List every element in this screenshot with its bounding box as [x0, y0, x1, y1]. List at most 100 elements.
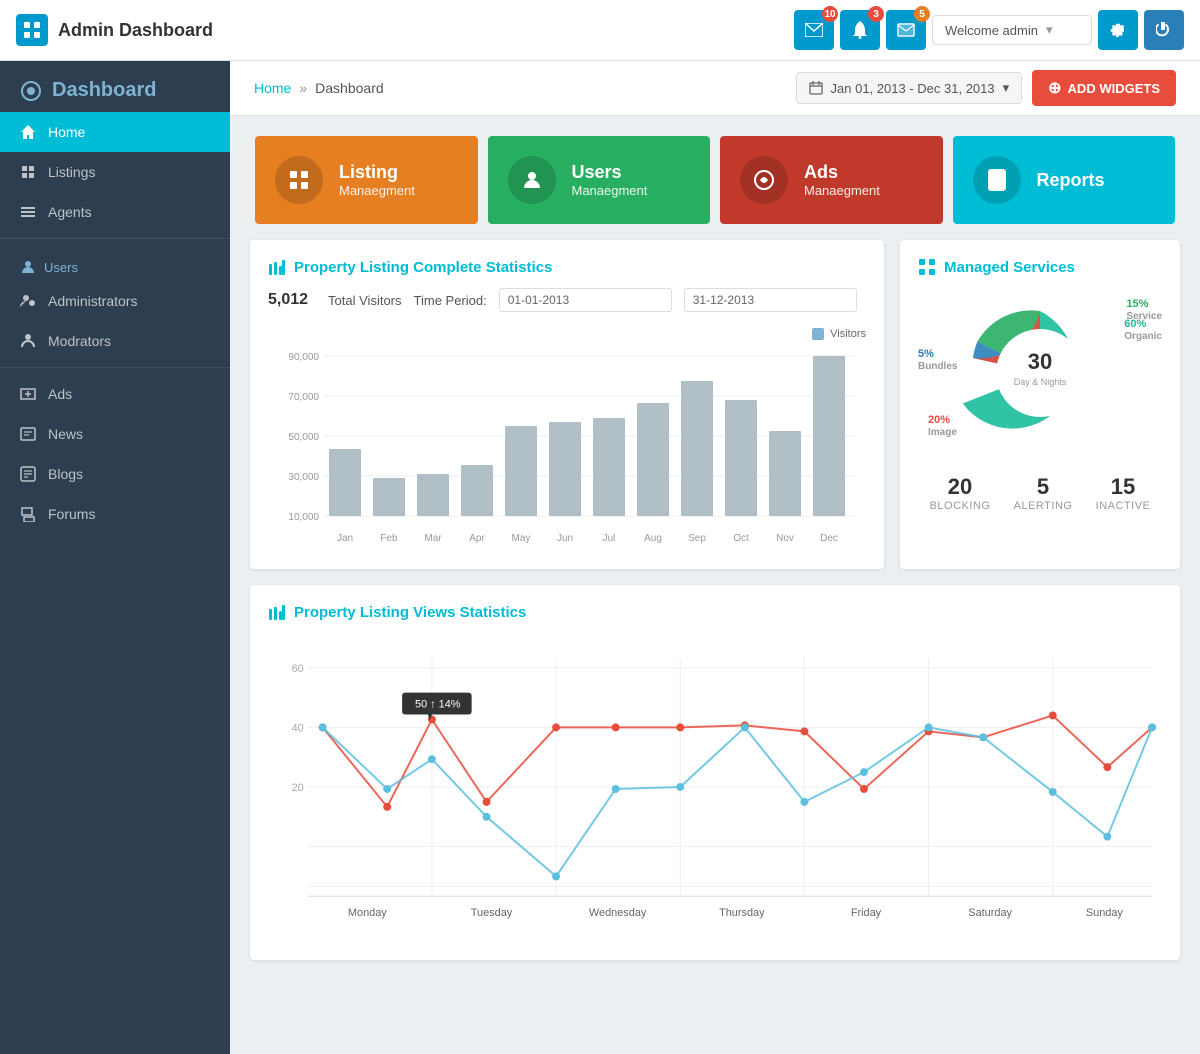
svg-text:Feb: Feb	[380, 533, 398, 544]
line-chart-svg: 60 40 20	[268, 637, 1162, 937]
widget-ads-title: Ads	[804, 162, 880, 183]
envelope-button[interactable]: 5	[886, 10, 926, 50]
sidebar-dashboard-header: Dashboard	[0, 61, 230, 112]
alerting-label: ALERTING	[1014, 500, 1073, 512]
sidebar-divider-1	[0, 238, 230, 239]
breadcrumb-separator: »	[299, 80, 307, 96]
app-title: Admin Dashboard	[58, 20, 213, 41]
sidebar-section-label: Dashboard	[52, 79, 156, 102]
bell-button[interactable]: 3	[840, 10, 880, 50]
widget-card-listing[interactable]: Listing Manaegment	[255, 136, 478, 224]
chart-legend: Visitors	[268, 328, 866, 340]
widget-ads-sub: Manaegment	[804, 183, 880, 198]
sidebar-item-ads[interactable]: Ads	[0, 374, 230, 414]
sidebar-item-listings[interactable]: Listings	[0, 152, 230, 192]
sidebar-item-home[interactable]: Home	[0, 112, 230, 152]
widget-card-users[interactable]: Users Manaegment	[488, 136, 711, 224]
legend-dot	[812, 328, 824, 340]
reports-icon	[973, 156, 1021, 204]
donut-chart-svg: 30 Day & Nights	[960, 293, 1120, 453]
bar-chart-svg: 90,000 70,000 50,000 30,000 10,000	[268, 346, 866, 546]
widget-listing-text: Listing Manaegment	[339, 162, 415, 198]
svg-text:50,000: 50,000	[288, 432, 319, 443]
svg-text:Jun: Jun	[557, 533, 573, 544]
alerting-value: 5	[1014, 474, 1073, 500]
svg-text:May: May	[512, 533, 531, 544]
date-picker-label: Jan 01, 2013 - Dec 31, 2013	[831, 81, 995, 96]
sidebar-item-blogs[interactable]: Blogs	[0, 454, 230, 494]
svg-text:Tuesday: Tuesday	[471, 907, 513, 919]
views-stats-section: Property Listing Views Statistics 60 40 …	[250, 585, 1180, 960]
sidebar-divider-2	[0, 367, 230, 368]
date-to-input[interactable]	[684, 288, 857, 312]
svg-text:Sep: Sep	[688, 533, 706, 544]
svg-text:Monday: Monday	[348, 907, 387, 919]
svg-text:30,000: 30,000	[288, 472, 319, 483]
breadcrumb: Home » Dashboard	[254, 80, 384, 96]
sidebar-item-moderators[interactable]: Modrators	[0, 321, 230, 361]
widget-card-ads[interactable]: Ads Manaegment	[720, 136, 943, 224]
blocking-value: 20	[930, 474, 991, 500]
svg-text:70,000: 70,000	[288, 392, 319, 403]
chevron-down-icon: ▾	[1003, 80, 1010, 96]
complete-stats-panel: Property Listing Complete Statistics 5,0…	[250, 240, 884, 569]
settings-button[interactable]	[1098, 10, 1138, 50]
stats-row: Property Listing Complete Statistics 5,0…	[230, 224, 1200, 585]
inactive-label: INACTIVE	[1096, 500, 1151, 512]
sidebar-listings-label: Listings	[48, 164, 95, 180]
topbar: Admin Dashboard 10 3 5 Welcome admin ▾	[0, 0, 1200, 61]
svg-text:90,000: 90,000	[288, 352, 319, 363]
sidebar-users-label: Users	[44, 260, 78, 275]
date-from-input[interactable]	[499, 288, 672, 312]
mail-badge: 10	[822, 6, 838, 22]
add-widget-button[interactable]: ⊕ ADD WIDGETS	[1032, 70, 1176, 106]
svg-text:10,000: 10,000	[288, 512, 319, 523]
managed-services-panel: Managed Services	[900, 240, 1180, 569]
svg-text:Saturday: Saturday	[968, 907, 1012, 919]
svg-text:Wednesday: Wednesday	[589, 907, 647, 919]
breadcrumb-current: Dashboard	[315, 80, 384, 96]
widget-reports-text: Reports	[1037, 170, 1105, 191]
content-header: Home » Dashboard Jan 01, 2013 - Dec 31, …	[230, 61, 1200, 116]
svg-text:Thursday: Thursday	[719, 907, 765, 919]
sidebar-news-label: News	[48, 426, 83, 442]
time-period-label: Time Period:	[414, 293, 487, 308]
app-logo: Admin Dashboard	[16, 14, 246, 46]
svg-text:Aug: Aug	[644, 533, 662, 544]
alerting-stat: 5 ALERTING	[1014, 474, 1073, 512]
listing-icon	[275, 156, 323, 204]
users-icon	[508, 156, 556, 204]
power-button[interactable]	[1144, 10, 1184, 50]
svg-text:30: 30	[1028, 349, 1052, 374]
svg-text:60: 60	[292, 663, 304, 675]
header-actions: Jan 01, 2013 - Dec 31, 2013 ▾ ⊕ ADD WIDG…	[796, 70, 1176, 106]
total-visitors-label: Total Visitors	[328, 293, 401, 308]
svg-text:Friday: Friday	[851, 907, 882, 919]
widget-cards-row: Listing Manaegment Users Manaegment Ad	[230, 116, 1200, 224]
blocking-label: BLOCKING	[930, 500, 991, 512]
widget-users-text: Users Manaegment	[572, 162, 648, 198]
inactive-stat: 15 INACTIVE	[1096, 474, 1151, 512]
breadcrumb-home[interactable]: Home	[254, 80, 291, 96]
date-picker[interactable]: Jan 01, 2013 - Dec 31, 2013 ▾	[796, 72, 1023, 104]
sidebar-item-administrators[interactable]: Administrators	[0, 281, 230, 321]
svg-text:Day & Nights: Day & Nights	[1014, 377, 1067, 387]
segment-label-20: 20%Image	[928, 414, 957, 438]
widget-ads-text: Ads Manaegment	[804, 162, 880, 198]
sidebar-users-header: Users	[0, 245, 230, 281]
svg-text:Dec: Dec	[820, 533, 838, 544]
views-stats-title: Property Listing Views Statistics	[268, 603, 1162, 621]
sidebar-item-news[interactable]: News	[0, 414, 230, 454]
user-dropdown[interactable]: Welcome admin ▾	[932, 15, 1092, 45]
topbar-icons: 10 3 5 Welcome admin ▾	[794, 10, 1184, 50]
sidebar-item-agents[interactable]: Agents	[0, 192, 230, 232]
mail-button[interactable]: 10	[794, 10, 834, 50]
widget-card-reports[interactable]: Reports	[953, 136, 1176, 224]
total-visitors-value: 5,012	[268, 291, 308, 309]
chevron-down-icon: ▾	[1046, 22, 1053, 38]
segment-label-5: 5%Bundles	[918, 348, 957, 372]
sidebar-blogs-label: Blogs	[48, 466, 83, 482]
svg-text:Mar: Mar	[424, 533, 442, 544]
main-layout: Dashboard Home Listings Agents Users Adm…	[0, 61, 1200, 1054]
sidebar-item-forums[interactable]: Forums	[0, 494, 230, 534]
